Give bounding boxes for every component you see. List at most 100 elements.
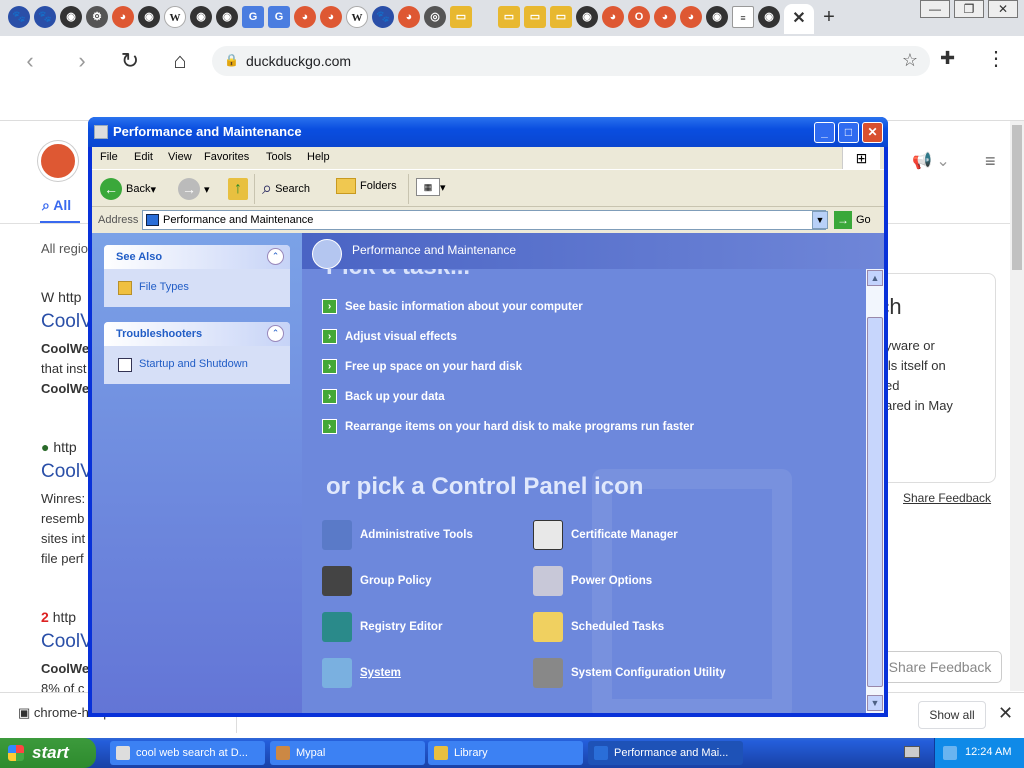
taskbar-item[interactable]: Library	[428, 741, 583, 765]
settings-tab-icon[interactable]: ◎	[424, 6, 446, 28]
globe-tab-icon[interactable]: ◉	[138, 6, 160, 28]
page-tab-icon[interactable]: ≡	[732, 6, 754, 28]
globe-tab-icon[interactable]: ◉	[758, 6, 780, 28]
collapse-icon[interactable]: ⌃	[267, 325, 284, 342]
paw-tab-icon[interactable]: 🐾	[8, 6, 30, 28]
globe-tab-icon[interactable]: ◉	[216, 6, 238, 28]
folder-tab-icon[interactable]: ▭	[450, 6, 472, 28]
back-arrow-icon[interactable]: ‹	[18, 49, 42, 73]
menu-file[interactable]: File	[100, 151, 118, 163]
folder-tab-icon[interactable]: ▭	[498, 6, 520, 28]
certificate-manager-link[interactable]: Certificate Manager	[533, 520, 678, 550]
duckduckgo-logo[interactable]	[38, 141, 78, 181]
translate-tab-icon[interactable]: G	[268, 6, 290, 28]
system-link[interactable]: System	[322, 658, 401, 688]
forward-arrow-icon[interactable]: ›	[70, 49, 94, 73]
keyboard-icon[interactable]	[904, 746, 920, 758]
reload-icon[interactable]: ↻	[118, 49, 142, 73]
taskbar-item[interactable]: Mypal	[270, 741, 425, 765]
globe-tab-icon[interactable]: ◉	[706, 6, 728, 28]
administrative-tools-link[interactable]: Administrative Tools	[322, 520, 473, 550]
new-tab-button[interactable]: +	[818, 6, 840, 28]
globe-tab-icon[interactable]: ◉	[576, 6, 598, 28]
opera-tab-icon[interactable]: O	[628, 6, 650, 28]
maximize-icon[interactable]: □	[838, 122, 859, 143]
taskbar-item[interactable]: cool web search at D...	[110, 741, 265, 765]
share-feedback-link[interactable]: Share Feedback	[903, 491, 991, 505]
power-options-link[interactable]: Power Options	[533, 566, 652, 596]
up-button[interactable]: ↑	[228, 178, 252, 200]
go-button[interactable]: → Go	[834, 211, 871, 229]
system-configuration-link[interactable]: System Configuration Utility	[533, 658, 726, 688]
region-selector[interactable]: All regio	[41, 241, 88, 256]
browser-menu-icon[interactable]: ⋮	[986, 46, 1006, 71]
share-feedback-button[interactable]: Share Feedback	[878, 651, 1002, 683]
translate-tab-icon[interactable]: G	[242, 6, 264, 28]
result-url[interactable]: http	[53, 439, 76, 455]
menu-edit[interactable]: Edit	[134, 151, 153, 163]
registry-editor-link[interactable]: Registry Editor	[322, 612, 442, 642]
see-also-header[interactable]: See Also ⌃	[104, 245, 290, 269]
views-button[interactable]: ▦ ▾	[416, 178, 446, 196]
hamburger-menu-icon[interactable]: ≡	[985, 151, 996, 172]
scroll-down-icon[interactable]: ▼	[867, 695, 883, 711]
duckduckgo-tab-icon[interactable]: ◕	[654, 6, 676, 28]
minimize-icon[interactable]: —	[920, 0, 950, 18]
folder-tab-icon[interactable]: ▭	[524, 6, 546, 28]
close-downloads-icon[interactable]: ✕	[998, 703, 1013, 724]
content-scrollbar[interactable]: ▲ ▼	[866, 269, 884, 713]
start-button[interactable]: start	[0, 738, 96, 768]
menu-help[interactable]: Help	[307, 151, 330, 163]
back-button[interactable]: ← Back ▾	[100, 178, 156, 200]
page-scrollbar[interactable]	[1010, 121, 1024, 691]
minimize-icon[interactable]: _	[814, 122, 835, 143]
url-text[interactable]: duckduckgo.com	[246, 53, 351, 69]
extensions-puzzle-icon[interactable]: ✚	[940, 48, 955, 69]
scrollbar-thumb[interactable]	[1012, 125, 1022, 270]
show-all-button[interactable]: Show all	[918, 701, 986, 729]
paw-tab-icon[interactable]: 🐾	[34, 6, 56, 28]
collapse-icon[interactable]: ⌃	[267, 248, 284, 265]
task-link[interactable]: › Rearrange items on your hard disk to ma…	[322, 419, 694, 434]
globe-tab-icon[interactable]: ◉	[190, 6, 212, 28]
home-icon[interactable]: ⌂	[168, 49, 192, 73]
clock[interactable]: 12:24 AM	[965, 746, 1011, 758]
duckduckgo-tab-icon[interactable]: ◕	[398, 6, 420, 28]
menu-view[interactable]: View	[168, 151, 192, 163]
gear-tab-icon[interactable]: ⚙	[86, 6, 108, 28]
wikipedia-tab-icon[interactable]: W	[346, 6, 368, 28]
search-button[interactable]: ⌕ Search	[262, 178, 310, 199]
globe-tab-icon[interactable]: ◉	[60, 6, 82, 28]
megaphone-icon[interactable]: 📢 ⌄	[912, 151, 950, 171]
address-dropdown-icon[interactable]: ▼	[812, 211, 828, 229]
window-titlebar[interactable]: Performance and Maintenance _ □ ✕	[88, 117, 888, 147]
file-types-link[interactable]: File Types	[104, 269, 290, 307]
task-link[interactable]: › Adjust visual effects	[322, 329, 457, 344]
duckduckgo-tab-icon[interactable]: ◕	[320, 6, 342, 28]
troubleshooters-header[interactable]: Troubleshooters ⌃	[104, 322, 290, 346]
address-bar[interactable]: 🔒 duckduckgo.com ☆	[212, 46, 930, 76]
paw-tab-icon[interactable]: 🐾	[372, 6, 394, 28]
close-icon[interactable]: ✕	[862, 122, 883, 143]
wikipedia-tab-icon[interactable]: W	[164, 6, 186, 28]
scroll-up-icon[interactable]: ▲	[867, 270, 883, 286]
result-url[interactable]: http	[58, 289, 81, 305]
task-link[interactable]: › Back up your data	[322, 389, 445, 404]
task-link[interactable]: › See basic information about your comput…	[322, 299, 583, 314]
task-link[interactable]: › Free up space on your hard disk	[322, 359, 522, 374]
group-policy-link[interactable]: Group Policy	[322, 566, 432, 596]
duckduckgo-tab-icon[interactable]: ◕	[112, 6, 134, 28]
folder-tab-icon[interactable]: ▭	[550, 6, 572, 28]
address-field[interactable]: Performance and Maintenance	[142, 210, 826, 230]
tab-all[interactable]: ⌕ All	[42, 197, 71, 214]
duckduckgo-tab-icon[interactable]: ◕	[602, 6, 624, 28]
scrollbar-thumb[interactable]	[867, 317, 883, 687]
duckduckgo-tab-icon[interactable]: ◕	[294, 6, 316, 28]
menu-tools[interactable]: Tools	[266, 151, 292, 163]
network-icon[interactable]	[943, 746, 957, 760]
active-tab-close-icon[interactable]: ✕	[784, 4, 814, 34]
result-url[interactable]: http	[53, 609, 76, 625]
duckduckgo-tab-icon[interactable]: ◕	[680, 6, 702, 28]
bookmark-star-icon[interactable]: ☆	[902, 50, 918, 71]
forward-button[interactable]: → ▾	[178, 178, 210, 200]
